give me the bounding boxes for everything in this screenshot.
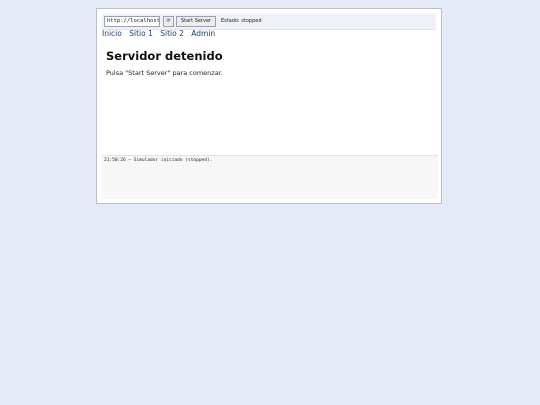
browser-window: http://localhost/ ⟳ Start Server Estado:… bbox=[96, 8, 442, 204]
nav-link-sitio-2[interactable]: Sitio 2 bbox=[160, 29, 184, 38]
toolbar: http://localhost/ ⟳ Start Server Estado:… bbox=[102, 14, 436, 30]
reload-button[interactable]: ⟳ bbox=[163, 16, 174, 27]
nav-link-inicio[interactable]: Inicio bbox=[102, 29, 122, 38]
log-line: 21:50:26 — Simulador iniciado (stopped). bbox=[104, 158, 213, 163]
reload-icon: ⟳ bbox=[166, 18, 171, 24]
start-server-button[interactable]: Start Server bbox=[176, 16, 216, 27]
log-panel[interactable]: 21:50:26 — Simulador iniciado (stopped). bbox=[102, 155, 438, 199]
page-title: Servidor detenido bbox=[106, 49, 223, 63]
nav-link-admin[interactable]: Admin bbox=[191, 29, 215, 38]
server-status: Estado: stopped bbox=[221, 18, 262, 24]
nav-link-sitio-1[interactable]: Sitio 1 bbox=[129, 29, 153, 38]
page-message: Pulsa "Start Server" para comenzar. bbox=[106, 69, 223, 77]
url-input[interactable]: http://localhost/ bbox=[104, 16, 160, 27]
nav-bar: Inicio Sitio 1 Sitio 2 Admin bbox=[102, 29, 220, 39]
